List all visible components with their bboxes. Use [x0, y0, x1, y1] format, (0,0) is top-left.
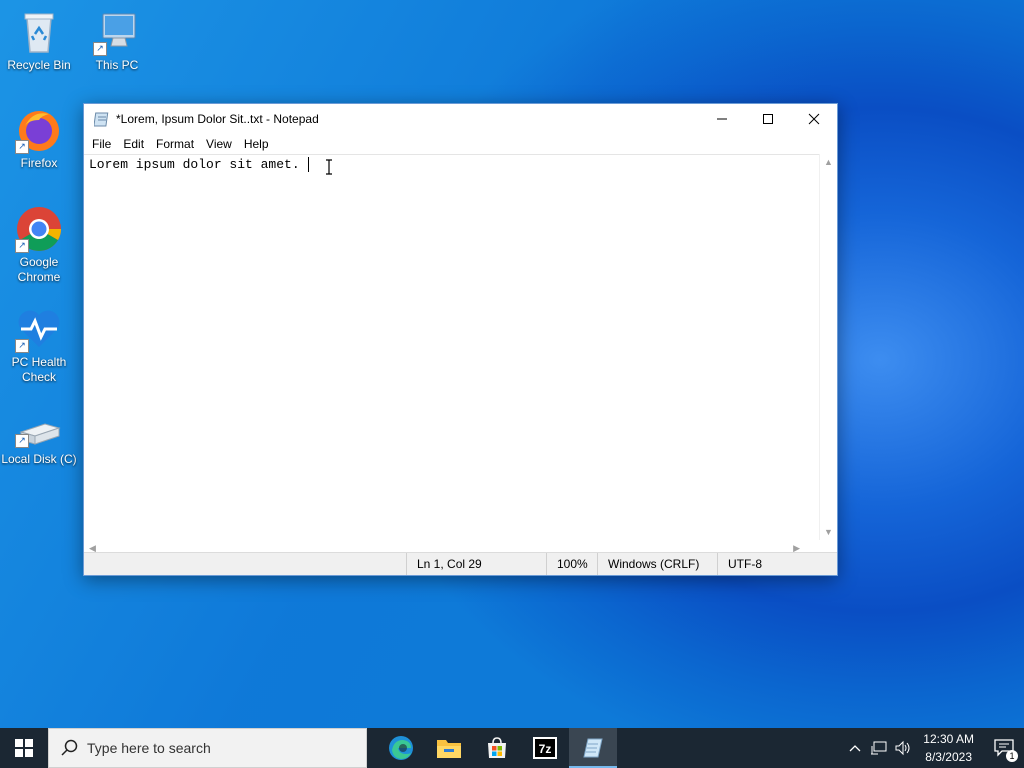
clock-time: 12:30 AM: [923, 732, 974, 746]
vertical-scrollbar[interactable]: ▲ ▼: [819, 154, 837, 540]
taskbar-file-explorer[interactable]: [425, 728, 473, 768]
notification-count-badge: 1: [1006, 750, 1018, 762]
status-line-ending: Windows (CRLF): [597, 553, 717, 575]
text-caret: [308, 157, 310, 172]
scroll-down-icon[interactable]: ▼: [824, 527, 833, 537]
search-placeholder: Type here to search: [87, 740, 211, 756]
shortcut-arrow-icon: ↗: [15, 140, 29, 154]
desktop-icon-local-disk[interactable]: ↗ Local Disk (C): [1, 418, 77, 467]
desktop-icon-label: PC Health Check: [11, 355, 67, 384]
start-button[interactable]: [0, 728, 48, 768]
desktop-icon-firefox[interactable]: ↗ Firefox: [1, 106, 77, 171]
desktop-icon-label: Recycle Bin: [7, 58, 71, 72]
chevron-up-icon: [849, 745, 861, 752]
taskbar-microsoft-store[interactable]: [473, 728, 521, 768]
desktop-icon-label: This PC: [95, 58, 139, 72]
drive-icon: ↗: [15, 418, 63, 448]
chrome-icon: ↗: [15, 205, 63, 253]
desktop-icon-label: Firefox: [20, 156, 58, 170]
firefox-icon: ↗: [15, 106, 63, 154]
desktop-icon-recycle-bin[interactable]: Recycle Bin: [1, 8, 77, 73]
menu-format[interactable]: Format: [150, 137, 200, 151]
shortcut-arrow-icon: ↗: [93, 42, 107, 56]
desktop-icon-pc-health-check[interactable]: ↗ PC Health Check: [1, 305, 77, 385]
minimize-icon: [717, 118, 727, 120]
ibeam-cursor-icon: [326, 159, 332, 175]
desktop-icon-google-chrome[interactable]: ↗ Google Chrome: [1, 205, 77, 285]
taskbar-7zip[interactable]: 7z: [521, 728, 569, 768]
shortcut-arrow-icon: ↗: [15, 434, 29, 448]
maximize-button[interactable]: [745, 104, 791, 134]
status-zoom: 100%: [546, 553, 597, 575]
network-button[interactable]: [867, 740, 891, 756]
edge-icon: [389, 736, 413, 760]
file-explorer-icon: [437, 740, 461, 758]
menu-bar: File Edit Format View Help: [84, 134, 837, 154]
desktop-icon-label: Google Chrome: [17, 255, 61, 284]
health-heart-icon: ↗: [15, 305, 63, 353]
network-icon: [871, 741, 887, 755]
desktop-icon-label: Local Disk (C): [1, 452, 77, 466]
desktop-icon-this-pc[interactable]: ↗ This PC: [79, 8, 155, 73]
search-icon: [61, 739, 78, 756]
7zip-icon: 7z: [533, 737, 557, 759]
volume-button[interactable]: [891, 740, 915, 756]
svg-text:7z: 7z: [539, 742, 552, 756]
text-editor[interactable]: Lorem ipsum dolor sit amet.: [84, 154, 820, 541]
speaker-icon: [895, 740, 910, 756]
notepad-icon: [583, 738, 603, 758]
taskbar-clock[interactable]: 12:30 AM 8/3/2023: [923, 730, 974, 766]
shortcut-arrow-icon: ↗: [15, 239, 29, 253]
status-spacer: [84, 553, 406, 575]
taskbar: Type here to search 7z 12:30 AM 8/3/2023…: [0, 728, 1024, 768]
scroll-up-icon[interactable]: ▲: [824, 157, 833, 167]
taskbar-notepad[interactable]: [569, 728, 617, 768]
close-button[interactable]: [791, 104, 837, 134]
title-bar[interactable]: *Lorem, Ipsum Dolor Sit..txt - Notepad: [84, 104, 837, 134]
menu-file[interactable]: File: [86, 137, 117, 151]
menu-edit[interactable]: Edit: [117, 137, 150, 151]
status-bar: Ln 1, Col 29 100% Windows (CRLF) UTF-8: [84, 552, 837, 575]
status-encoding: UTF-8: [717, 553, 835, 575]
windows-logo-icon: [15, 739, 33, 757]
action-center-button[interactable]: 1: [984, 728, 1024, 768]
notepad-app-icon: [94, 112, 109, 127]
status-position: Ln 1, Col 29: [406, 553, 546, 575]
computer-icon: ↗: [93, 8, 141, 56]
window-title: *Lorem, Ipsum Dolor Sit..txt - Notepad: [116, 112, 319, 126]
close-icon: [808, 113, 820, 125]
menu-help[interactable]: Help: [238, 137, 275, 151]
menu-view[interactable]: View: [200, 137, 238, 151]
system-tray: 12:30 AM 8/3/2023 1: [843, 728, 1024, 768]
clock-date: 8/3/2023: [925, 750, 972, 764]
maximize-icon: [763, 114, 773, 124]
taskbar-search-box[interactable]: Type here to search: [48, 728, 367, 768]
minimize-button[interactable]: [699, 104, 745, 134]
shortcut-arrow-icon: ↗: [15, 339, 29, 353]
taskbar-edge[interactable]: [377, 728, 425, 768]
editor-content: Lorem ipsum dolor sit amet.: [89, 157, 308, 172]
show-hidden-icons-button[interactable]: [843, 744, 867, 752]
recycle-bin-icon: [15, 8, 63, 56]
microsoft-store-icon: [488, 737, 506, 758]
notepad-window[interactable]: *Lorem, Ipsum Dolor Sit..txt - Notepad F…: [83, 103, 838, 576]
